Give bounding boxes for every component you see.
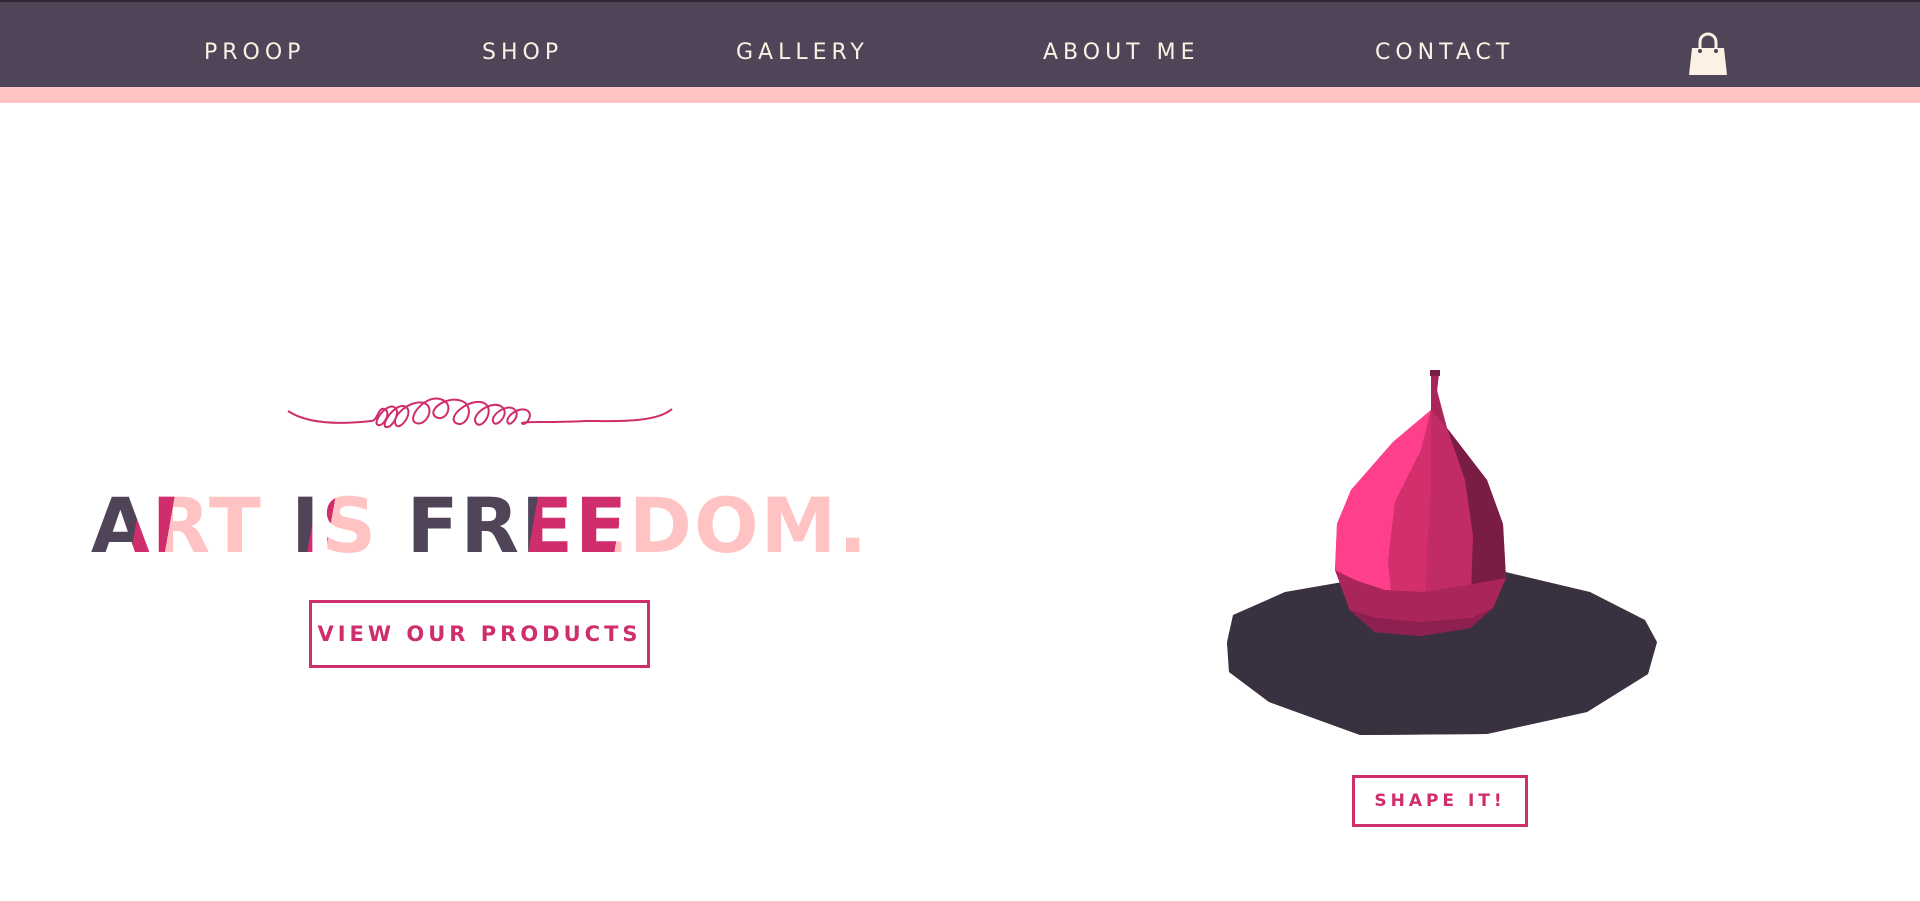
shopping-bag-icon[interactable] [1688,32,1728,76]
headline-word: IS [291,481,379,570]
nav-item-about-me[interactable]: ABOUT ME [1043,40,1200,65]
headline-word: FREEDOM. [406,481,870,570]
3d-bulb-model[interactable] [1225,370,1665,745]
shape-it-button[interactable]: SHAPE IT! [1352,775,1528,827]
nav-item-shop[interactable]: SHOP [482,40,563,65]
flourish-ornament-icon [286,393,674,441]
nav-item-contact[interactable]: CONTACT [1375,40,1514,65]
top-navigation: PROOP SHOP GALLERY ABOUT ME CONTACT [0,0,1920,103]
view-products-button[interactable]: VIEW OUR PRODUCTS [309,600,650,668]
nav-item-gallery[interactable]: GALLERY [736,40,869,65]
nav-accent-stripe [0,87,1920,103]
headline-word: ART [90,481,263,570]
nav-item-proop[interactable]: PROOP [204,40,305,65]
hero-headline: ART IS FREEDOM. [0,480,960,572]
